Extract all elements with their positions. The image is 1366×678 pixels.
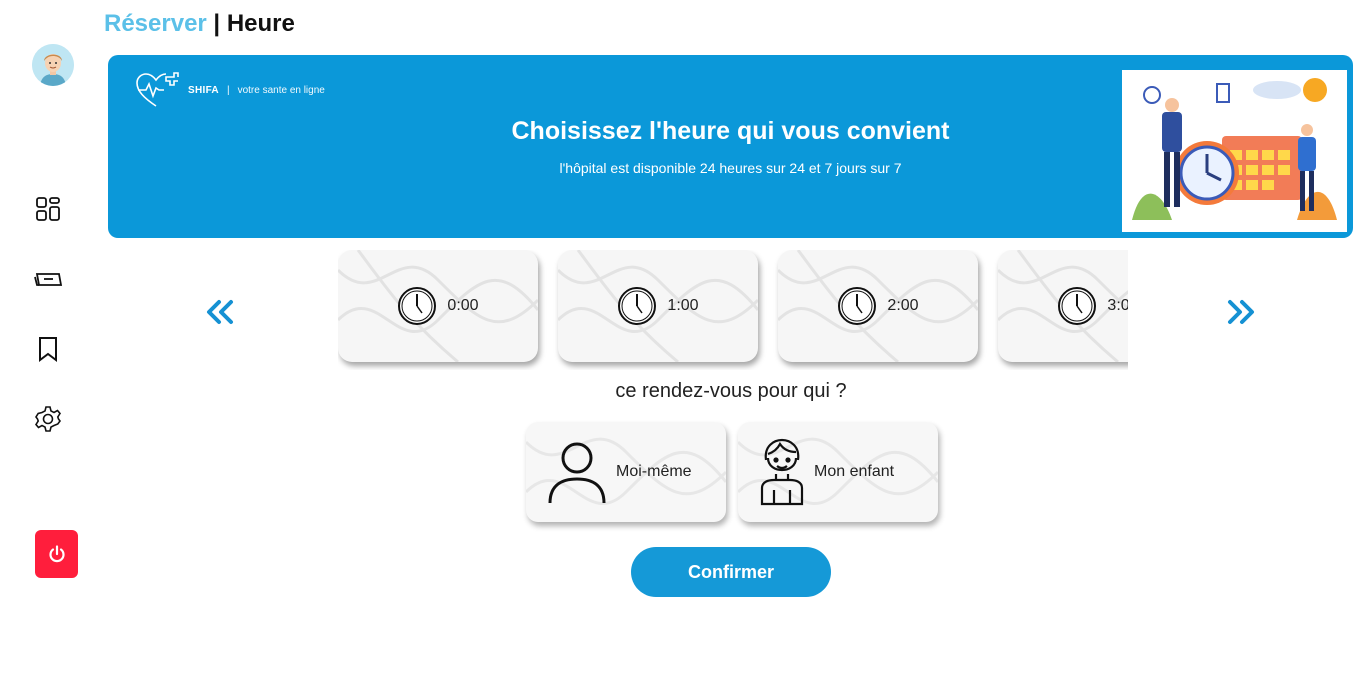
- time-slot-carousel: 0:00 1:00 2:00 3:00: [338, 250, 1128, 370]
- nav-dashboard[interactable]: [33, 194, 63, 224]
- sidebar: [0, 0, 96, 678]
- nav-settings[interactable]: [33, 404, 63, 434]
- clock-icon: [1058, 287, 1097, 325]
- clock-icon: [398, 287, 437, 325]
- time-slot-card[interactable]: 3:00: [998, 250, 1128, 362]
- option-label: Mon enfant: [814, 463, 895, 480]
- clock-icon: [838, 287, 877, 325]
- time-slot-card[interactable]: 2:00: [778, 250, 978, 362]
- hero-banner: SHIFA | votre sante en ligne Choisissez …: [108, 55, 1353, 238]
- dashboard-icon: [36, 197, 60, 221]
- child-icon: [760, 438, 804, 506]
- option-myself[interactable]: Moi-même: [526, 422, 726, 522]
- option-label: Moi-même: [616, 463, 692, 480]
- next-times-button[interactable]: [1221, 290, 1261, 334]
- title-accent: Réserver: [104, 10, 207, 37]
- brand-separator: |: [226, 84, 230, 96]
- title-main: Heure: [226, 10, 295, 37]
- time-slot-label: 1:00: [667, 297, 699, 314]
- prev-times-button[interactable]: [200, 290, 240, 334]
- title-separator: |: [213, 10, 221, 37]
- time-slot-label: 2:00: [887, 297, 919, 314]
- heart-pulse-icon: [136, 72, 179, 107]
- ticket-icon: [34, 273, 63, 286]
- brand-logo: SHIFA | votre sante en ligne: [134, 71, 325, 109]
- logout-button[interactable]: [35, 530, 78, 578]
- avatar-icon: [32, 44, 74, 86]
- dna-pattern-icon: [778, 250, 978, 362]
- user-avatar[interactable]: [32, 44, 74, 86]
- brand-name: SHIFA: [188, 84, 219, 96]
- person-icon: [548, 442, 606, 504]
- gear-icon: [35, 406, 61, 432]
- option-child[interactable]: Mon enfant: [738, 422, 938, 522]
- power-icon: [48, 545, 65, 563]
- time-slot-label: 0:00: [447, 297, 479, 314]
- dna-pattern-icon: [558, 250, 758, 362]
- brand-tagline: votre sante en ligne: [237, 84, 325, 96]
- schedule-illustration: [1122, 70, 1347, 232]
- dna-pattern-icon: [338, 250, 538, 362]
- nav-bookmarks[interactable]: [33, 334, 63, 364]
- time-slot-label: 3:00: [1107, 297, 1128, 314]
- time-slot-card[interactable]: 0:00: [338, 250, 538, 362]
- double-chevron-left-icon: [207, 300, 233, 324]
- page-title: Réserver | Heure: [104, 10, 295, 38]
- clock-icon: [618, 287, 657, 325]
- time-slot-card[interactable]: 1:00: [558, 250, 758, 362]
- patient-question: ce rendez-vous pour qui ?: [615, 380, 847, 402]
- confirm-button[interactable]: Confirmer: [631, 547, 831, 597]
- nav-tickets[interactable]: [33, 264, 63, 294]
- bookmark-icon: [39, 337, 57, 362]
- double-chevron-right-icon: [1228, 300, 1254, 324]
